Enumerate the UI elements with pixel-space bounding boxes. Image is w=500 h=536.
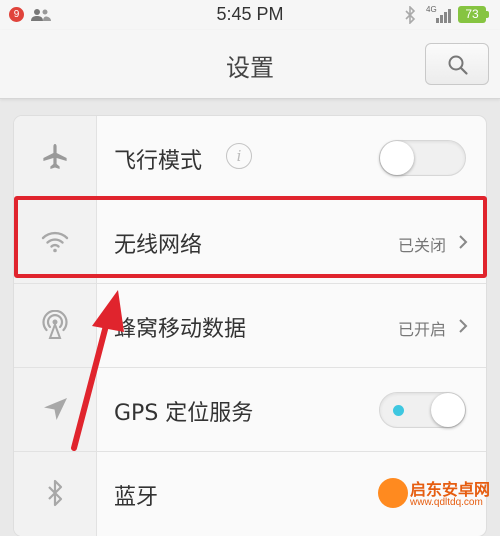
highlight-box [14, 196, 487, 278]
icon-cell [14, 284, 97, 368]
bluetooth-status-icon [405, 6, 416, 24]
gps-toggle[interactable] [379, 392, 466, 428]
settings-item-label: 飞行模式 [114, 149, 203, 174]
icon-cell [14, 116, 97, 200]
chevron-right-icon [459, 319, 468, 333]
location-icon [44, 398, 67, 420]
watermark-logo [378, 478, 408, 508]
cellular-icon [42, 310, 68, 339]
title-bar: 设置 [0, 30, 500, 99]
airplane-icon [43, 144, 67, 169]
settings-item-value: 已开启 [397, 320, 446, 339]
network-type: 4G [426, 5, 437, 14]
toggle-knob [380, 141, 414, 175]
watermark: 启东安卓网 www.qdltdq.com [378, 474, 500, 515]
network-indicator: 4G [426, 5, 452, 25]
settings-item-gps[interactable]: GPS 定位服务 [14, 368, 486, 452]
search-button[interactable] [425, 43, 489, 85]
watermark-url: www.qdltdq.com [410, 497, 483, 508]
settings-item-label: 蜂窝移动数据 [114, 317, 247, 342]
info-icon[interactable]: i [226, 143, 252, 169]
toggle-on-indicator [393, 405, 404, 416]
settings-item-label: GPS 定位服务 [114, 401, 254, 426]
icon-cell [14, 368, 97, 452]
search-icon [448, 55, 468, 75]
airplane-mode-toggle[interactable] [379, 140, 466, 176]
icon-cell [14, 452, 97, 536]
settings-item-label: 蓝牙 [114, 485, 159, 510]
status-bar: 9 5:45 PM 4G 73 [0, 0, 500, 30]
battery-indicator: 73 [458, 6, 489, 23]
settings-item-airplane-mode[interactable]: 飞行模式 i [14, 116, 486, 200]
settings-list: 飞行模式 i 无线网络 已关闭 蜂窝移动数据 已开启 GPS 定位服务 蓝牙 [14, 116, 486, 536]
toggle-knob [431, 393, 465, 427]
bluetooth-icon [48, 479, 63, 507]
settings-item-cellular-data[interactable]: 蜂窝移动数据 已开启 [14, 284, 486, 368]
clock: 5:45 PM [216, 4, 284, 24]
